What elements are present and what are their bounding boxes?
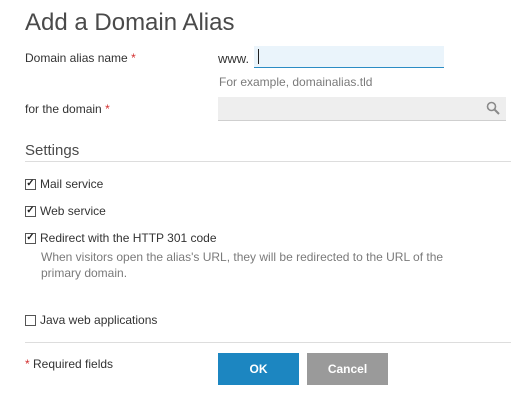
java-web-apps-option[interactable]: Java web applications bbox=[25, 313, 157, 327]
java-web-apps-checkbox[interactable] bbox=[25, 314, 36, 326]
required-mark: * bbox=[131, 51, 136, 65]
page-title: Add a Domain Alias bbox=[25, 9, 235, 36]
redirect-description: When visitors open the alias's URL, they… bbox=[41, 250, 444, 280]
redirect-301-checkbox[interactable]: ✓ bbox=[25, 232, 36, 244]
java-web-apps-label[interactable]: Java web applications bbox=[40, 313, 157, 327]
footer-divider bbox=[25, 342, 511, 343]
redirect-301-label[interactable]: Redirect with the HTTP 301 code bbox=[40, 231, 217, 245]
web-service-label[interactable]: Web service bbox=[40, 204, 106, 218]
check-icon: ✓ bbox=[26, 205, 35, 216]
check-icon: ✓ bbox=[26, 178, 35, 189]
check-icon: ✓ bbox=[26, 232, 35, 243]
settings-divider bbox=[25, 161, 511, 162]
domain-label: for the domain * bbox=[25, 102, 110, 116]
mail-service-checkbox[interactable]: ✓ bbox=[25, 178, 36, 190]
required-mark: * bbox=[25, 357, 30, 371]
cancel-button[interactable]: Cancel bbox=[307, 353, 388, 385]
alias-name-label-text: Domain alias name bbox=[25, 51, 128, 65]
required-fields-text: Required fields bbox=[33, 357, 114, 371]
ok-button[interactable]: OK bbox=[218, 353, 299, 385]
required-mark: * bbox=[105, 102, 110, 116]
settings-heading: Settings bbox=[25, 142, 80, 159]
www-prefix: www. bbox=[218, 51, 250, 66]
alias-name-hint: For example, domainalias.tld bbox=[219, 75, 373, 89]
domain-label-text: for the domain bbox=[25, 102, 102, 116]
alias-name-label: Domain alias name * bbox=[25, 51, 136, 65]
text-caret bbox=[258, 49, 259, 64]
required-fields-note: * Required fields bbox=[25, 357, 113, 371]
mail-service-label[interactable]: Mail service bbox=[40, 177, 103, 191]
search-icon[interactable] bbox=[486, 101, 500, 115]
redirect-301-option[interactable]: ✓ Redirect with the HTTP 301 code bbox=[25, 231, 217, 245]
web-service-option[interactable]: ✓ Web service bbox=[25, 204, 106, 218]
web-service-checkbox[interactable]: ✓ bbox=[25, 205, 36, 217]
mail-service-option[interactable]: ✓ Mail service bbox=[25, 177, 103, 191]
domain-select-input[interactable] bbox=[218, 97, 506, 121]
alias-name-input[interactable] bbox=[254, 46, 444, 68]
